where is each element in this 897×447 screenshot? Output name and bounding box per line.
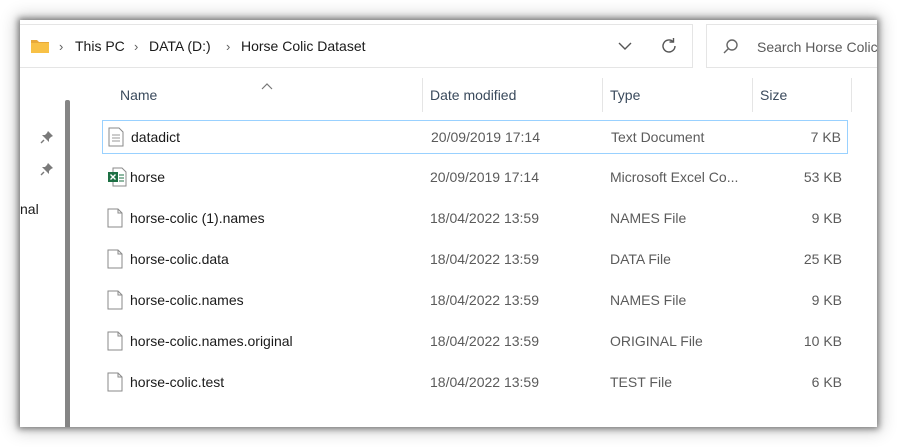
file-date-modified: 18/04/2022 13:59 <box>430 374 539 390</box>
search-box[interactable]: Search Horse Colic Dataset <box>706 24 877 68</box>
file-name: horse-colic.names <box>130 292 244 308</box>
file-row[interactable]: horse-colic.names.original 18/04/2022 13… <box>102 325 848 359</box>
file-row[interactable]: horse-colic.data 18/04/2022 13:59 DATA F… <box>102 243 848 277</box>
file-date-modified: 18/04/2022 13:59 <box>430 292 539 308</box>
pin-icon <box>40 130 54 149</box>
excel-icon <box>107 167 127 192</box>
file-type: TEST File <box>610 374 672 390</box>
file-type: NAMES File <box>610 210 687 226</box>
column-header-type[interactable]: Type <box>610 87 640 103</box>
file-type: NAMES File <box>610 292 687 308</box>
search-icon <box>722 38 740 61</box>
file-size: 9 KB <box>811 292 842 308</box>
file-type: ORIGINAL File <box>610 333 703 349</box>
file-date-modified: 18/04/2022 13:59 <box>430 210 539 226</box>
column-divider[interactable] <box>851 78 852 112</box>
file-name: horse <box>130 169 166 185</box>
file-name: horse-colic.data <box>130 251 229 267</box>
file-size: 53 KB <box>803 169 842 185</box>
chevron-down-icon[interactable] <box>618 39 632 58</box>
breadcrumb-this-pc[interactable]: This PC <box>75 38 125 54</box>
refresh-icon[interactable] <box>660 37 678 60</box>
pin-icon <box>40 162 54 181</box>
file-type: Microsoft Excel Co... <box>610 169 739 185</box>
file-size: 7 KB <box>810 129 841 145</box>
file-date-modified: 20/09/2019 17:14 <box>431 129 540 145</box>
column-divider[interactable] <box>602 78 603 112</box>
breadcrumb-data-drive[interactable]: DATA (D:) <box>149 38 211 54</box>
search-input[interactable]: Search Horse Colic Dataset <box>757 39 877 55</box>
file-row[interactable]: datadict 20/09/2019 17:14 Text Document … <box>102 120 848 154</box>
text-document-icon <box>108 127 124 152</box>
file-icon <box>107 208 123 233</box>
breadcrumb-horse-colic-dataset[interactable]: Horse Colic Dataset <box>241 38 366 54</box>
file-row[interactable]: horse 20/09/2019 17:14 Microsoft Excel C… <box>102 161 848 195</box>
nav-item-label[interactable]: nal <box>20 201 39 217</box>
chevron-right-icon: › <box>134 39 139 54</box>
file-icon <box>107 331 123 356</box>
file-name: horse-colic (1).names <box>130 210 265 226</box>
chevron-right-icon: › <box>59 39 64 54</box>
column-header-name[interactable]: Name <box>120 87 157 103</box>
file-size: 25 KB <box>803 251 842 267</box>
address-bar[interactable]: › This PC › DATA (D:) › Horse Colic Data… <box>20 24 693 68</box>
file-date-modified: 20/09/2019 17:14 <box>430 169 539 185</box>
file-date-modified: 18/04/2022 13:59 <box>430 333 539 349</box>
file-type: Text Document <box>611 129 705 145</box>
file-row[interactable]: horse-colic.test 18/04/2022 13:59 TEST F… <box>102 366 848 400</box>
file-row[interactable]: horse-colic (1).names 18/04/2022 13:59 N… <box>102 202 848 236</box>
file-size: 9 KB <box>811 210 842 226</box>
file-name: horse-colic.test <box>130 374 225 390</box>
column-header-size[interactable]: Size <box>760 87 787 103</box>
file-size: 10 KB <box>803 333 842 349</box>
file-icon <box>107 290 123 315</box>
file-icon <box>107 249 123 274</box>
column-divider[interactable] <box>422 78 423 112</box>
column-divider[interactable] <box>752 78 753 112</box>
chevron-right-icon: › <box>226 39 231 54</box>
file-name: datadict <box>131 129 181 145</box>
file-icon <box>107 372 123 397</box>
file-explorer-window: › This PC › DATA (D:) › Horse Colic Data… <box>20 20 877 427</box>
sort-ascending-icon <box>261 77 273 95</box>
column-header-date-modified[interactable]: Date modified <box>430 87 516 103</box>
folder-icon <box>30 38 50 59</box>
nav-scrollbar[interactable] <box>65 100 70 427</box>
file-size: 6 KB <box>811 374 842 390</box>
file-date-modified: 18/04/2022 13:59 <box>430 251 539 267</box>
file-row[interactable]: horse-colic.names 18/04/2022 13:59 NAMES… <box>102 284 848 318</box>
file-type: DATA File <box>610 251 671 267</box>
file-name: horse-colic.names.original <box>130 333 293 349</box>
